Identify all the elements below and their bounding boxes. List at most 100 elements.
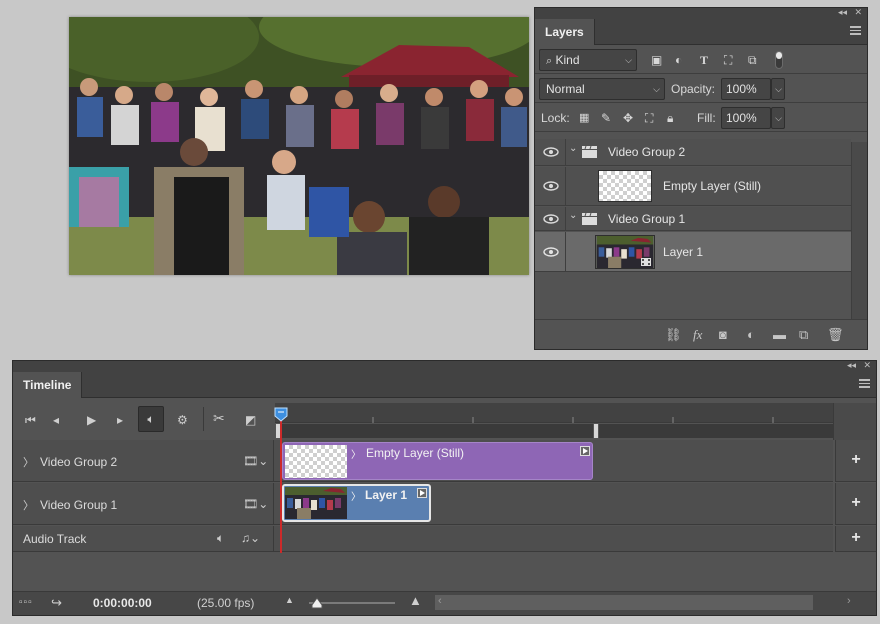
work-area-bar[interactable]	[275, 424, 833, 438]
blend-row: Normal ⌵ Opacity: 100% ⌵	[535, 75, 867, 103]
type-filter-icon[interactable]: T	[700, 53, 708, 67]
clip-empty-layer-still[interactable]: 〉 Empty Layer (Still)	[282, 442, 593, 480]
close-icon[interactable]: ✕	[863, 359, 871, 371]
chevron-down-icon[interactable]: ⌄	[569, 210, 577, 221]
pixel-filter-icon[interactable]: ▣	[651, 53, 662, 67]
lock-all-icon[interactable]: 🔒︎	[667, 111, 673, 125]
chevron-down-icon[interactable]: ⌄	[569, 143, 577, 154]
layer-row-empty-layer-still[interactable]: Empty Layer (Still)	[535, 167, 851, 206]
lock-artboard-icon[interactable]: ⛶	[645, 111, 653, 125]
visibility-eye-icon[interactable]	[543, 214, 559, 224]
panel-menu-icon[interactable]	[850, 26, 861, 35]
zoom-slider-thumb[interactable]	[311, 597, 323, 609]
tab-timeline[interactable]: Timeline	[13, 372, 83, 398]
divider	[273, 526, 274, 551]
visibility-eye-icon[interactable]	[543, 147, 559, 157]
film-strip-icon[interactable]: 🎞︎⌄	[243, 497, 268, 511]
panel-top-bar: ◂◂ ✕	[535, 6, 867, 19]
ruler-right-cap	[833, 403, 876, 440]
add-mask-icon[interactable]: ◙	[719, 328, 727, 342]
opacity-label: Opacity:	[671, 82, 716, 96]
time-ruler[interactable]	[275, 403, 833, 423]
new-layer-icon[interactable]: ⧉	[799, 328, 808, 342]
adjustment-filter-icon[interactable]: ◐	[675, 53, 682, 67]
shape-filter-icon[interactable]: ⛶	[724, 53, 732, 67]
lock-transparent-pixels-icon[interactable]: ▦	[579, 111, 589, 125]
ruler-ticks	[372, 417, 774, 423]
playhead-line[interactable]	[280, 408, 282, 553]
horizontal-scrollbar[interactable]: ‹	[435, 595, 813, 610]
filter-kind-value: Kind	[555, 53, 580, 67]
chevron-down-icon: ⌵	[625, 55, 632, 65]
convert-to-frame-animation-icon[interactable]: ▫▫▫	[19, 597, 33, 608]
plus-icon: +	[851, 451, 861, 468]
chevron-right-icon[interactable]: 〉	[23, 454, 34, 470]
speaker-icon[interactable]: 🔈︎	[217, 531, 224, 546]
opacity-field[interactable]: 100%	[721, 78, 771, 100]
split-at-playhead-scissors-icon[interactable]: ✂	[213, 411, 225, 425]
link-layers-icon[interactable]: ⛓	[665, 328, 682, 342]
blend-mode-value: Normal	[546, 82, 585, 96]
next-frame-icon[interactable]: ▸	[117, 413, 123, 427]
gear-icon[interactable]: ⚙	[177, 413, 188, 427]
layer-row-video-group-1[interactable]: ⌄ Video Group 1	[535, 207, 851, 231]
chevron-right-icon[interactable]: 〉	[351, 488, 361, 503]
render-video-arrow-icon[interactable]: ↪	[51, 595, 62, 611]
transition-icon[interactable]: ◩	[245, 413, 256, 427]
film-strip-icon[interactable]: 🎞︎⌄	[243, 454, 268, 468]
chevron-right-icon[interactable]: 〉	[351, 446, 361, 461]
add-audio[interactable]: +	[835, 526, 876, 552]
smart-object-filter-icon[interactable]: ⧉	[748, 53, 757, 67]
visibility-eye-icon[interactable]	[543, 181, 559, 191]
chevron-down-icon: ⌵	[775, 113, 782, 123]
plus-icon: +	[851, 529, 861, 546]
lock-position-icon[interactable]: ✥	[623, 111, 633, 125]
track-name: Video Group 2	[40, 455, 118, 469]
chevron-down-icon: ⌵	[775, 84, 782, 94]
layers-scrollbar[interactable]	[851, 142, 867, 320]
previous-frame-icon[interactable]: ◂	[53, 413, 59, 427]
visibility-eye-icon[interactable]	[543, 247, 559, 257]
track-name: Video Group 1	[40, 498, 118, 512]
adjustment-layer-icon[interactable]: ◐	[747, 328, 755, 342]
fill-dropdown[interactable]: ⌵	[771, 107, 785, 129]
clip-end-triangle-icon[interactable]	[580, 446, 590, 456]
fx-icon[interactable]: fx	[693, 328, 702, 342]
add-media-video-group-1[interactable]: +	[835, 483, 876, 525]
zoom-in-mountain-icon[interactable]: ▲	[409, 593, 422, 608]
play-icon[interactable]: ▶	[87, 413, 96, 427]
scroll-left-icon[interactable]: ‹	[438, 595, 442, 607]
opacity-dropdown[interactable]: ⌵	[771, 78, 785, 100]
clip-layer-1[interactable]: 〉 Layer 1	[282, 484, 431, 522]
fill-field[interactable]: 100%	[721, 107, 771, 129]
current-timecode[interactable]: 0:00:00:00	[93, 596, 152, 610]
track-row-audio: Audio Track 🔈︎ ♫⌄	[13, 526, 833, 552]
go-to-first-frame-icon[interactable]: ⏮	[25, 413, 36, 427]
playhead-handle-icon[interactable]	[274, 407, 288, 422]
music-note-icon[interactable]: ♫⌄	[241, 531, 260, 545]
lock-row: Lock: ▦ ✎ ✥ ⛶ 🔒︎ Fill: 100% ⌵	[535, 104, 867, 132]
add-media-video-group-2[interactable]: +	[835, 440, 876, 482]
trash-icon[interactable]: 🗑︎	[827, 328, 844, 342]
mute-audio-speaker-icon[interactable]: 🔈︎	[138, 406, 164, 432]
close-icon[interactable]: ✕	[854, 6, 862, 18]
zoom-out-mountain-icon[interactable]: ▲	[285, 595, 294, 605]
lock-image-pixels-icon[interactable]: ✎	[601, 111, 611, 125]
divider	[565, 232, 566, 271]
layer-row-video-group-2[interactable]: ⌄ Video Group 2	[535, 139, 851, 166]
filter-kind-select[interactable]: ⌕ Kind ⌵	[539, 49, 637, 71]
work-area-end-handle[interactable]	[593, 423, 599, 439]
layer-name: Layer 1	[663, 245, 704, 259]
filter-toggle[interactable]	[775, 51, 783, 69]
scroll-right-icon[interactable]: ›	[847, 595, 851, 607]
layer-name: Empty Layer (Still)	[663, 179, 762, 193]
clip-end-triangle-icon[interactable]	[417, 488, 427, 498]
layer-row-layer-1[interactable]: Layer 1	[535, 232, 851, 272]
new-group-folder-icon[interactable]: ▬	[773, 328, 786, 342]
collapse-panel-icon[interactable]: ◂◂	[847, 359, 856, 371]
collapse-panel-icon[interactable]: ◂◂	[838, 6, 847, 18]
panel-menu-icon[interactable]	[859, 379, 870, 388]
tab-layers[interactable]: Layers	[535, 19, 595, 45]
blend-mode-select[interactable]: Normal ⌵	[539, 78, 665, 100]
chevron-right-icon[interactable]: 〉	[23, 497, 34, 513]
